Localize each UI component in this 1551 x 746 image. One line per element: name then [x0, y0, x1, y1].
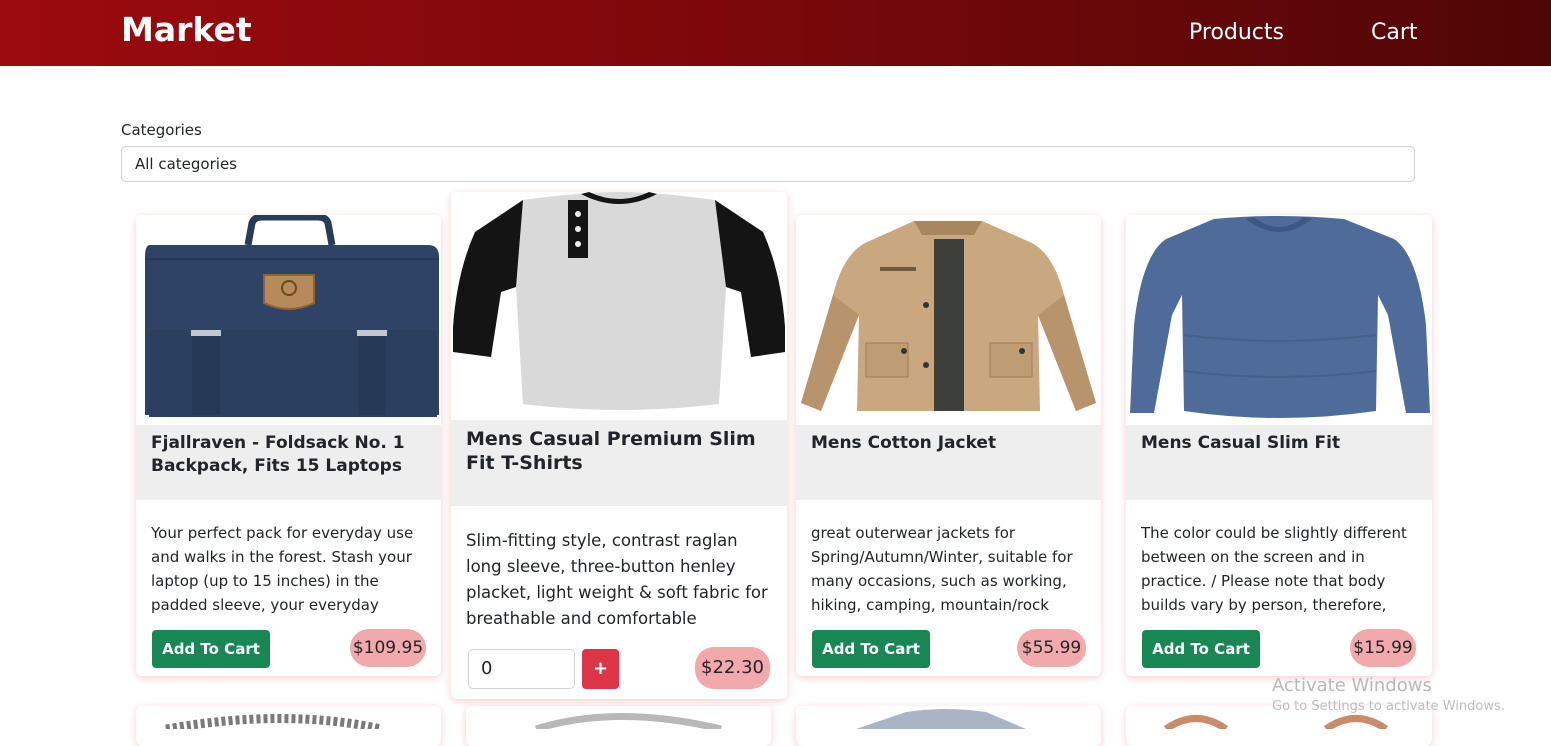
product-card: [136, 706, 441, 746]
price-badge: $15.99: [1350, 629, 1416, 667]
product-title: Fjallraven - Foldsack No. 1 Backpack, Fi…: [136, 425, 441, 500]
product-card: Mens Cotton Jacket great outerwear jacke…: [796, 215, 1101, 676]
categories-label: Categories: [121, 121, 202, 139]
product-card: Mens Casual Premium Slim Fit T-Shirts Sl…: [451, 192, 787, 699]
diamond-ring-image: [856, 709, 1026, 729]
backpack-image: [136, 215, 441, 425]
add-to-cart-button[interactable]: Add To Cart: [812, 630, 930, 668]
navbar: Market Products Cart: [0, 0, 1551, 66]
activate-windows-subtitle: Go to Settings to activate Windows.: [1272, 699, 1505, 714]
add-to-cart-button[interactable]: Add To Cart: [152, 630, 270, 668]
categories-select[interactable]: All categories: [121, 146, 1415, 182]
product-title: Mens Casual Slim Fit: [1126, 425, 1432, 500]
jacket-image: [796, 215, 1101, 425]
product-card: [466, 706, 771, 746]
brand-logo[interactable]: Market: [121, 10, 252, 49]
add-to-cart-button[interactable]: Add To Cart: [1142, 630, 1260, 668]
henley-shirt-image: [451, 192, 787, 414]
price-badge: $109.95: [350, 629, 426, 667]
product-description: Your perfect pack for everyday use and w…: [151, 524, 414, 614]
product-description: The color could be slightly different be…: [1141, 524, 1407, 614]
product-title: Mens Cotton Jacket: [796, 425, 1101, 500]
product-description: Slim-fitting style, contrast raglan long…: [466, 531, 768, 628]
product-description: great outerwear jackets for Spring/Autum…: [811, 524, 1073, 614]
price-badge: $55.99: [1017, 629, 1086, 667]
quantity-input[interactable]: 0: [468, 649, 575, 689]
nav-products-link[interactable]: Products: [1189, 20, 1284, 45]
product-card: [796, 706, 1101, 746]
price-badge: $22.30: [695, 647, 770, 689]
product-card: Mens Casual Slim Fit The color could be …: [1126, 215, 1432, 676]
activate-windows-title: Activate Windows: [1272, 675, 1432, 696]
increase-quantity-button[interactable]: +: [582, 649, 619, 689]
product-card: Fjallraven - Foldsack No. 1 Backpack, Fi…: [136, 215, 441, 676]
ring-image: [534, 713, 722, 733]
product-title: Mens Casual Premium Slim Fit T-Shirts: [451, 420, 787, 506]
nav-cart-link[interactable]: Cart: [1371, 20, 1418, 45]
long-sleeve-shirt-image: [1126, 215, 1432, 425]
bracelet-image: [165, 714, 382, 734]
